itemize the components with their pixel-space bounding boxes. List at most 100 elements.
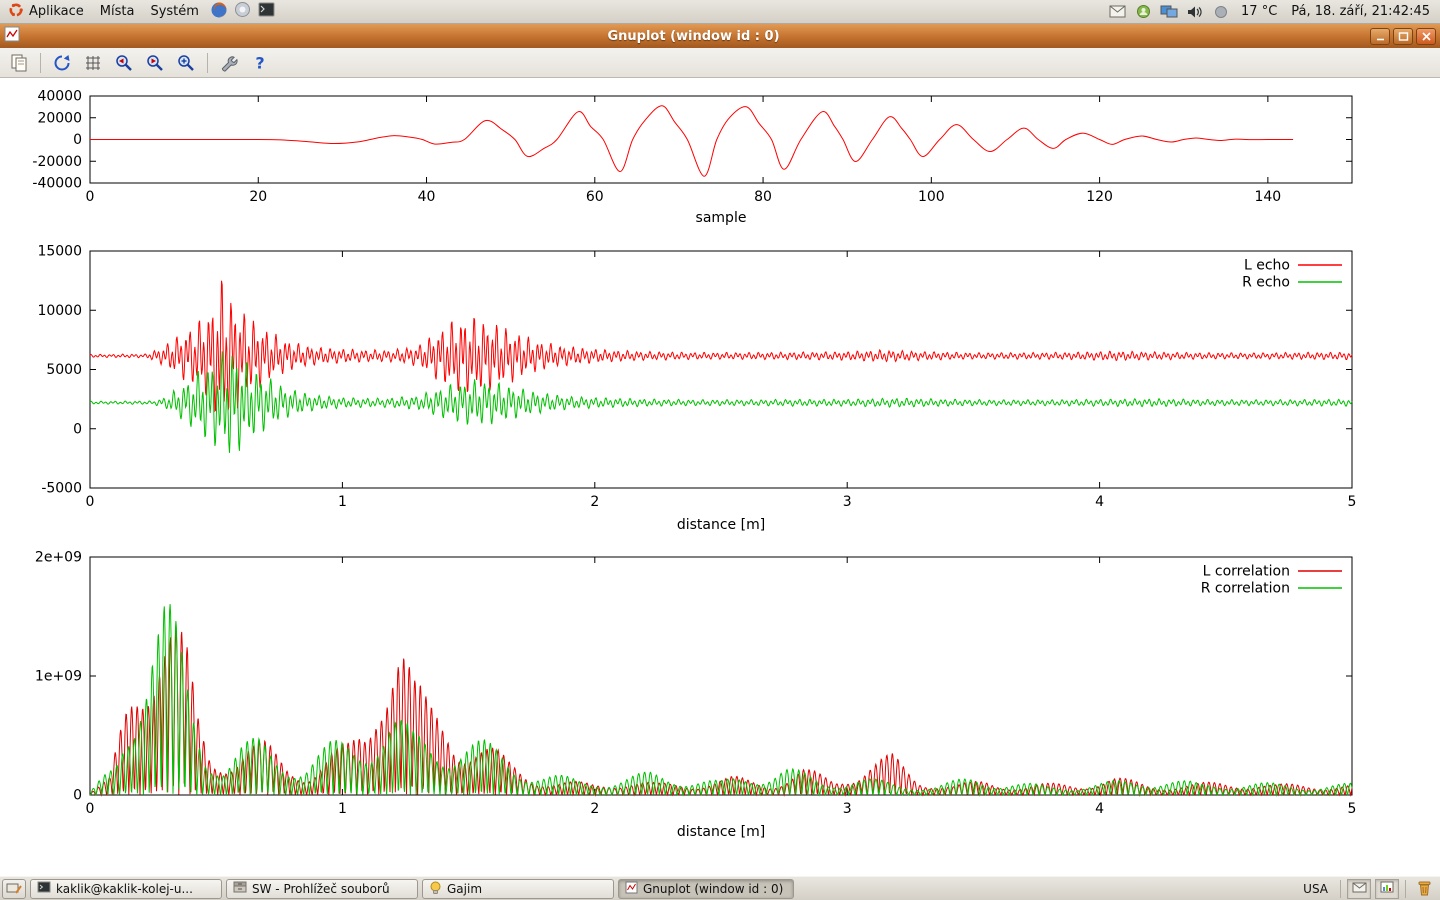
legend-label: L echo xyxy=(1244,258,1290,274)
ubuntu-logo-icon xyxy=(8,2,24,22)
terminal-icon xyxy=(37,881,51,896)
y-tick-label: 0 xyxy=(73,132,82,148)
toolbar: ? xyxy=(0,48,1440,78)
terminal-launcher[interactable] xyxy=(255,0,279,23)
y-tick-label: 0 xyxy=(73,788,82,804)
y-tick-label: 0 xyxy=(73,421,82,437)
charts: 02040608010012014040000200000-20000-4000… xyxy=(0,78,1440,876)
presence-icon[interactable] xyxy=(1133,2,1153,22)
y-tick-label: -5000 xyxy=(41,481,82,497)
taskbar-separator xyxy=(1405,880,1406,898)
replot-button[interactable] xyxy=(49,51,75,75)
task-button-file-manager[interactable]: SW - Prohlížeč souborů xyxy=(226,879,418,899)
weather-icon[interactable] xyxy=(1211,2,1231,22)
configure-button[interactable] xyxy=(216,51,242,75)
y-tick-label: -20000 xyxy=(32,154,82,170)
terminal-icon xyxy=(258,2,275,21)
series-L-correlation xyxy=(90,630,1352,795)
menu-system[interactable]: Systém xyxy=(142,0,206,23)
x-tick-label: 3 xyxy=(843,801,852,817)
x-tick-label: 20 xyxy=(249,189,267,205)
plot-border xyxy=(90,557,1352,795)
show-desktop-button[interactable] xyxy=(2,879,26,899)
chart-tray-button[interactable] xyxy=(1375,879,1399,899)
file-manager-icon xyxy=(233,881,247,896)
help-button[interactable]: ? xyxy=(247,51,273,75)
close-button[interactable] xyxy=(1416,28,1436,45)
series-R-correlation xyxy=(90,604,1352,795)
firefox-launcher[interactable] xyxy=(207,0,231,23)
mail-tray-button[interactable] xyxy=(1347,879,1371,899)
x-tick-label: 2 xyxy=(590,801,599,817)
display-icon[interactable] xyxy=(1159,2,1179,22)
y-tick-label: 15000 xyxy=(37,244,82,260)
menu-label: Aplikace xyxy=(29,4,84,19)
legend-label: L correlation xyxy=(1203,564,1290,580)
zoom-next-button[interactable] xyxy=(142,51,168,75)
keyboard-layout-indicator[interactable]: USA xyxy=(1297,882,1334,896)
x-tick-label: 2 xyxy=(590,494,599,510)
taskbar: kaklik@kaklik-kolej-u... SW - Prohlížeč … xyxy=(0,876,1440,900)
mail-icon[interactable] xyxy=(1107,2,1127,22)
gnuplot-icon xyxy=(625,881,638,897)
task-label: kaklik@kaklik-kolej-u... xyxy=(56,882,193,896)
menu-label: Systém xyxy=(150,4,198,19)
menu-applications[interactable]: Aplikace xyxy=(0,0,92,23)
task-button-terminal[interactable]: kaklik@kaklik-kolej-u... xyxy=(30,879,222,899)
plot-canvas[interactable]: 02040608010012014040000200000-20000-4000… xyxy=(0,78,1440,876)
x-tick-label: 1 xyxy=(338,494,347,510)
task-label: Gnuplot (window id : 0) xyxy=(643,882,783,896)
toolbar-separator xyxy=(207,53,208,73)
top-panel: Aplikace Místa Systém xyxy=(0,0,1440,24)
temperature-label[interactable]: 17 °C xyxy=(1237,4,1281,19)
minimize-button[interactable] xyxy=(1370,28,1390,45)
help-launcher[interactable] xyxy=(231,0,255,23)
y-tick-label: 2e+09 xyxy=(35,550,82,566)
y-tick-label: -40000 xyxy=(32,176,82,192)
y-tick-label: 20000 xyxy=(37,110,82,126)
task-button-gnuplot[interactable]: Gnuplot (window id : 0) xyxy=(618,879,794,899)
maximize-button[interactable] xyxy=(1393,28,1413,45)
x-tick-label: 5 xyxy=(1348,494,1357,510)
x-axis-label: distance [m] xyxy=(677,824,765,840)
grid-button[interactable] xyxy=(80,51,106,75)
task-label: SW - Prohlížeč souborů xyxy=(252,882,390,896)
trash-icon xyxy=(1416,878,1433,899)
y-tick-label: 10000 xyxy=(37,303,82,319)
y-tick-label: 5000 xyxy=(46,362,82,378)
volume-icon[interactable] xyxy=(1185,2,1205,22)
x-tick-label: 120 xyxy=(1086,189,1113,205)
y-tick-label: 1e+09 xyxy=(35,669,82,685)
x-tick-label: 0 xyxy=(86,494,95,510)
copy-button[interactable] xyxy=(6,51,32,75)
firefox-icon xyxy=(210,1,228,23)
y-tick-label: 40000 xyxy=(37,89,82,105)
task-label: Gajim xyxy=(447,882,482,896)
x-tick-label: 60 xyxy=(586,189,604,205)
x-tick-label: 100 xyxy=(918,189,945,205)
window-title: Gnuplot (window id : 0) xyxy=(20,29,1367,44)
x-tick-label: 1 xyxy=(338,801,347,817)
x-tick-label: 80 xyxy=(754,189,772,205)
x-tick-label: 5 xyxy=(1348,801,1357,817)
gnuplot-window: Gnuplot (window id : 0) xyxy=(0,24,1440,876)
x-axis-label: sample xyxy=(696,210,747,226)
svg-text:?: ? xyxy=(255,53,264,72)
clock-label[interactable]: Pá, 18. září, 21:42:45 xyxy=(1287,4,1434,19)
toolbar-separator xyxy=(40,53,41,73)
taskbar-separator xyxy=(1340,880,1341,898)
legend-label: R correlation xyxy=(1201,581,1290,597)
x-tick-label: 4 xyxy=(1095,801,1104,817)
titlebar[interactable]: Gnuplot (window id : 0) xyxy=(0,24,1440,48)
gajim-icon xyxy=(429,881,442,897)
zoom-previous-button[interactable] xyxy=(111,51,137,75)
series-R-echo xyxy=(90,351,1352,453)
panel-tray: 17 °C Pá, 18. září, 21:42:45 xyxy=(1107,2,1440,22)
x-tick-label: 140 xyxy=(1254,189,1281,205)
autoscale-button[interactable] xyxy=(173,51,199,75)
trash-button[interactable] xyxy=(1412,878,1436,900)
x-tick-label: 40 xyxy=(418,189,436,205)
menu-places[interactable]: Místa xyxy=(92,0,143,23)
task-button-gajim[interactable]: Gajim xyxy=(422,879,614,899)
series-waveform xyxy=(90,106,1293,177)
